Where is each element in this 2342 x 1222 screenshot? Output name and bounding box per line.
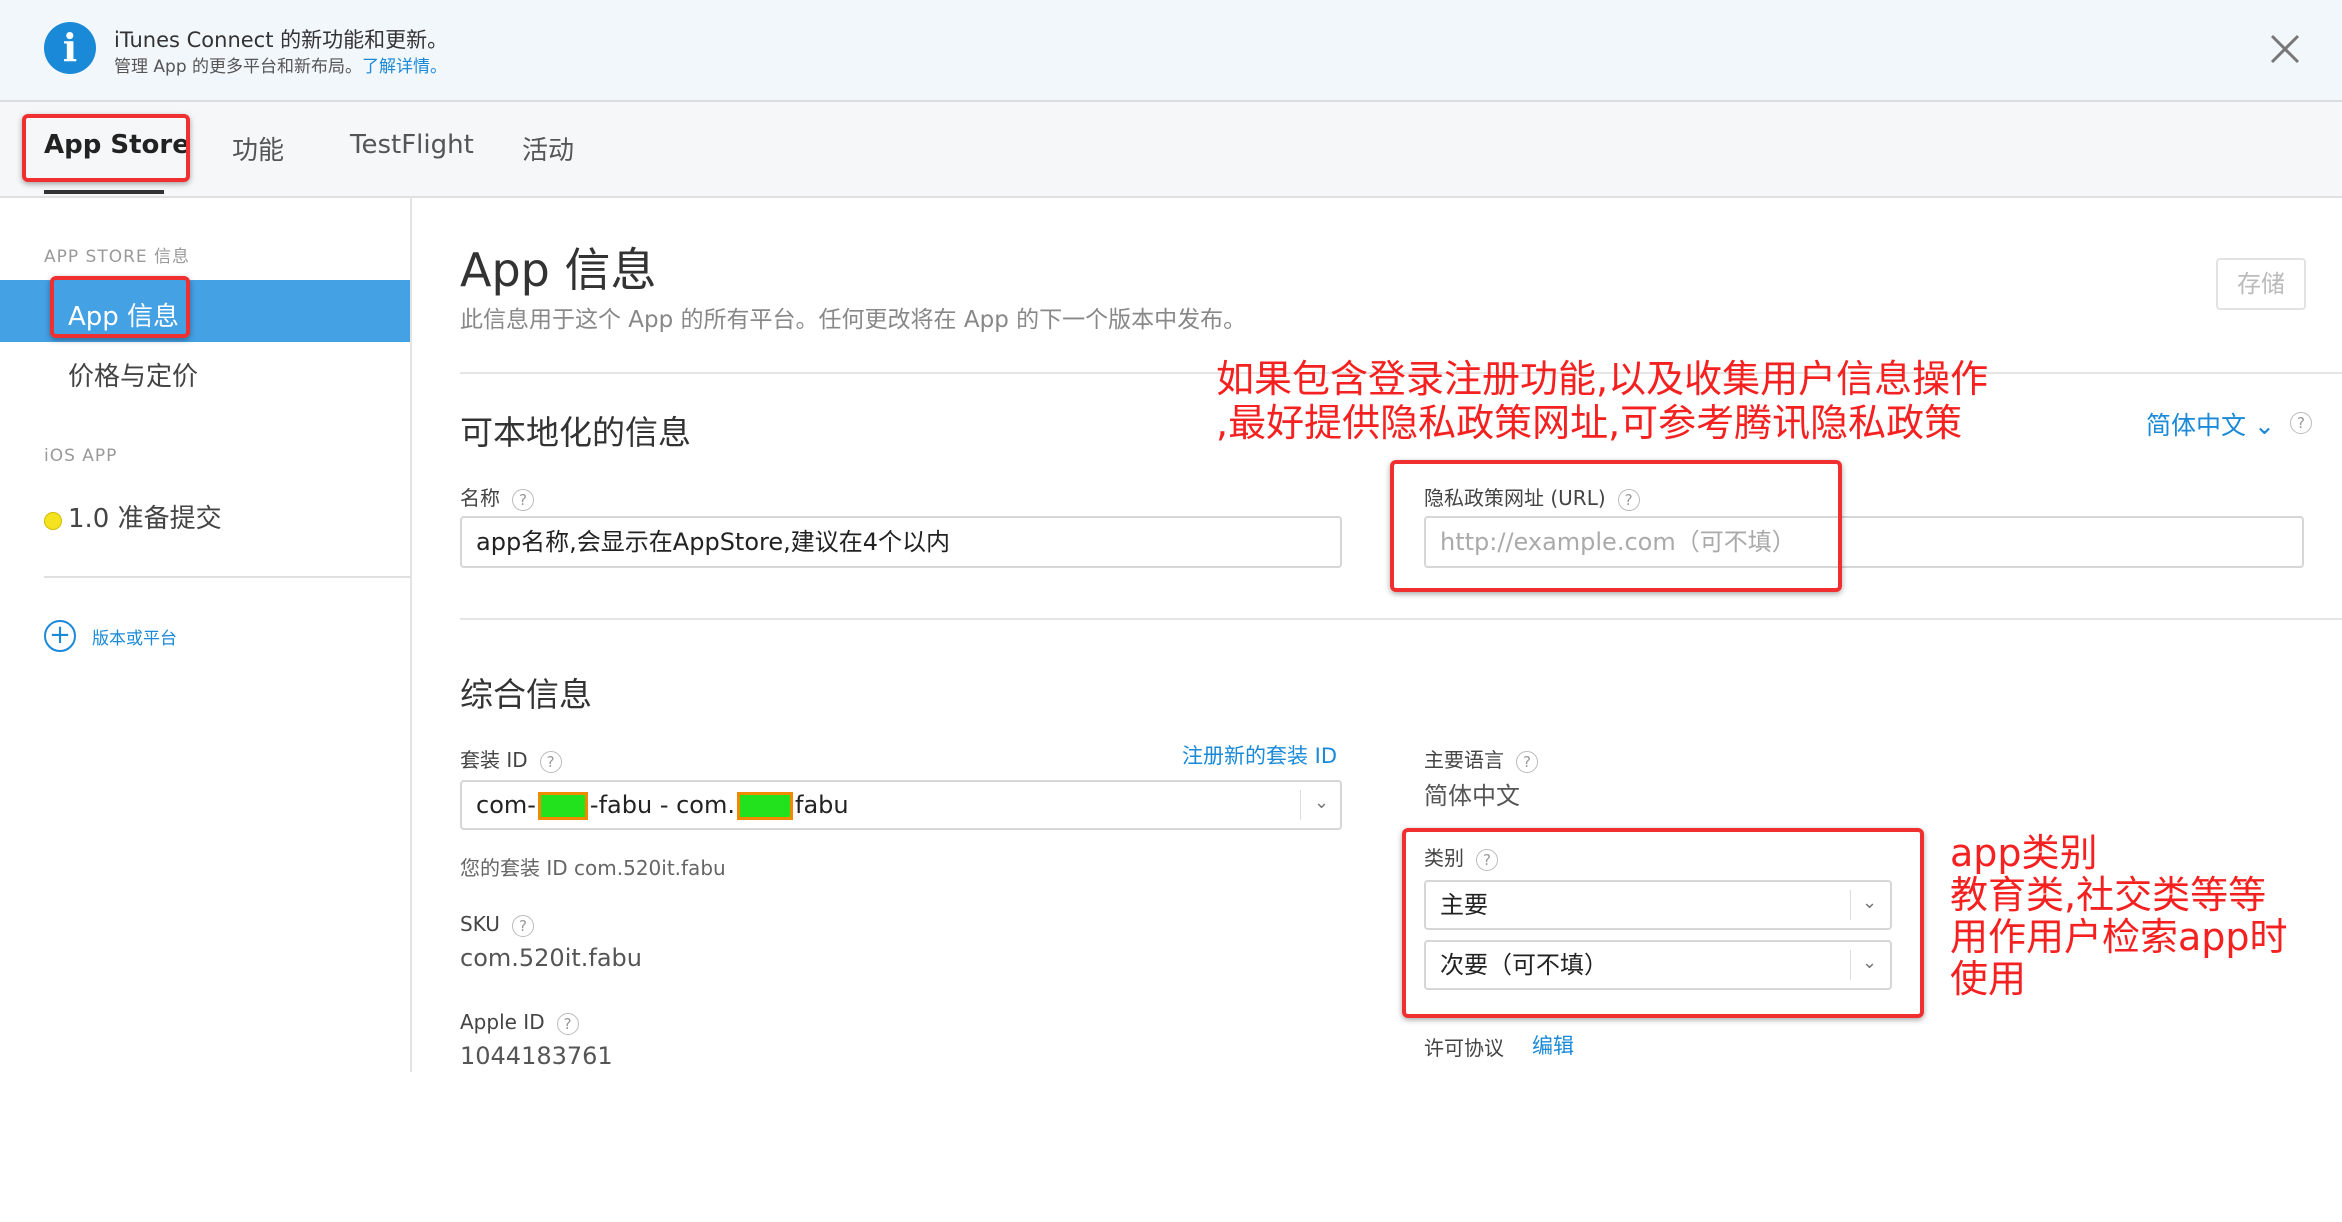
- name-label: 名称?: [460, 482, 534, 511]
- sku-label: SKU?: [460, 912, 534, 937]
- tab-features[interactable]: 功能: [232, 130, 284, 167]
- annotation-highlight-privacy-url: [1390, 460, 1842, 592]
- your-bundle-id: 您的套装 ID com.520it.fabu: [460, 852, 726, 881]
- info-icon: i: [44, 22, 96, 74]
- app-name-value[interactable]: app名称,会显示在AppStore,建议在4个以内: [476, 518, 950, 566]
- localizable-info-heading: 可本地化的信息: [460, 413, 691, 452]
- license-edit-link[interactable]: 编辑: [1532, 1030, 1574, 1060]
- annotation-highlight-app-info: [50, 276, 190, 338]
- close-icon[interactable]: [2266, 30, 2304, 68]
- annotation-privacy-line-2: ,最好提供隐私政策网址,可参考腾讯隐私政策: [1216, 401, 1963, 445]
- apple-id-label: Apple ID?: [460, 1010, 579, 1035]
- license-label: 许可协议: [1424, 1036, 1504, 1060]
- plus-circle-icon[interactable]: +: [44, 620, 76, 652]
- help-icon[interactable]: ?: [511, 914, 534, 937]
- your-bundle-id-value: com.520it.fabu: [574, 856, 726, 880]
- apple-id-label-text: Apple ID: [460, 1010, 545, 1034]
- status-dot-icon: [44, 512, 62, 530]
- add-version-platform-link[interactable]: 版本或平台: [92, 624, 177, 649]
- bundle-id-part-2: -fabu - com.: [589, 791, 735, 819]
- bundle-id-label-text: 套装 ID: [460, 748, 528, 772]
- page-description: 此信息用于这个 App 的所有平台。任何更改将在 App 的下一个版本中发布。: [460, 307, 1247, 333]
- sidebar-section-app-store-info: APP STORE 信息: [44, 247, 191, 267]
- banner-subtitle-text: 管理 App 的更多平台和新布局。: [114, 57, 363, 77]
- sidebar-item-version[interactable]: 1.0 准备提交: [68, 498, 222, 535]
- bundle-id-part-1: com-: [476, 791, 536, 819]
- active-tab-indicator: [44, 190, 164, 194]
- app-name-field[interactable]: app名称,会显示在AppStore,建议在4个以内: [460, 516, 1342, 568]
- help-icon[interactable]: ?: [2290, 412, 2312, 434]
- primary-language-label-text: 主要语言: [1424, 748, 1504, 772]
- sku-value: com.520it.fabu: [460, 944, 643, 972]
- your-bundle-id-prefix: 您的套装 ID: [460, 856, 568, 880]
- primary-language-label: 主要语言?: [1424, 744, 1538, 773]
- bundle-id-label: 套装 ID?: [460, 744, 562, 773]
- annotation-category-line-2: 教育类,社交类等等: [1950, 873, 2267, 917]
- sidebar-section-ios-app: iOS APP: [44, 446, 118, 466]
- redacted-block: [737, 792, 793, 820]
- sidebar-divider: [44, 576, 410, 578]
- bundle-id-part-3: fabu: [795, 791, 849, 819]
- select-divider: [1300, 790, 1301, 820]
- page-title: App 信息: [460, 243, 657, 297]
- learn-more-link[interactable]: 了解详情。: [362, 57, 447, 77]
- general-info-heading: 综合信息: [460, 675, 592, 714]
- bundle-id-select[interactable]: com- -fabu - com. fabu ⌄: [460, 780, 1342, 830]
- help-icon[interactable]: ?: [539, 750, 562, 773]
- help-icon[interactable]: ?: [1516, 750, 1538, 773]
- apple-id-value: 1044183761: [460, 1042, 613, 1070]
- help-icon[interactable]: ?: [512, 488, 534, 511]
- help-icon[interactable]: ?: [556, 1012, 579, 1035]
- section-divider: [460, 618, 2342, 620]
- top-tab-bar: App Store 功能 TestFlight 活动: [0, 102, 2342, 198]
- language-selector[interactable]: 简体中文 ⌄: [2146, 406, 2275, 442]
- annotation-category-line-1: app类别: [1950, 831, 2098, 875]
- redacted-block: [537, 792, 588, 820]
- notification-banner: i iTunes Connect 的新功能和更新。 管理 App 的更多平台和新…: [0, 0, 2342, 102]
- tab-activity[interactable]: 活动: [522, 130, 574, 167]
- banner-title: iTunes Connect 的新功能和更新。: [114, 28, 449, 52]
- bundle-id-value[interactable]: com- -fabu - com. fabu: [476, 782, 849, 828]
- sidebar-item-pricing[interactable]: 价格与定价: [68, 356, 198, 393]
- register-bundle-id-link[interactable]: 注册新的套装 ID: [1182, 740, 1337, 770]
- annotation-category-line-4: 使用: [1950, 957, 2027, 1001]
- sku-label-text: SKU: [460, 912, 500, 936]
- annotation-category-line-3: 用作用户检索app时: [1950, 915, 2288, 959]
- banner-subtitle: 管理 App 的更多平台和新布局。了解详情。: [114, 52, 447, 77]
- annotation-highlight-app-store-tab: [22, 114, 190, 182]
- save-button[interactable]: 存储: [2216, 258, 2306, 310]
- tab-testflight[interactable]: TestFlight: [350, 130, 474, 160]
- annotation-highlight-category: [1402, 828, 1924, 1018]
- chevron-down-icon[interactable]: ⌄: [1314, 792, 1329, 813]
- annotation-privacy-line-1: 如果包含登录注册功能,以及收集用户信息操作: [1216, 357, 1989, 401]
- primary-language-value: 简体中文: [1424, 782, 1520, 810]
- name-label-text: 名称: [460, 486, 500, 510]
